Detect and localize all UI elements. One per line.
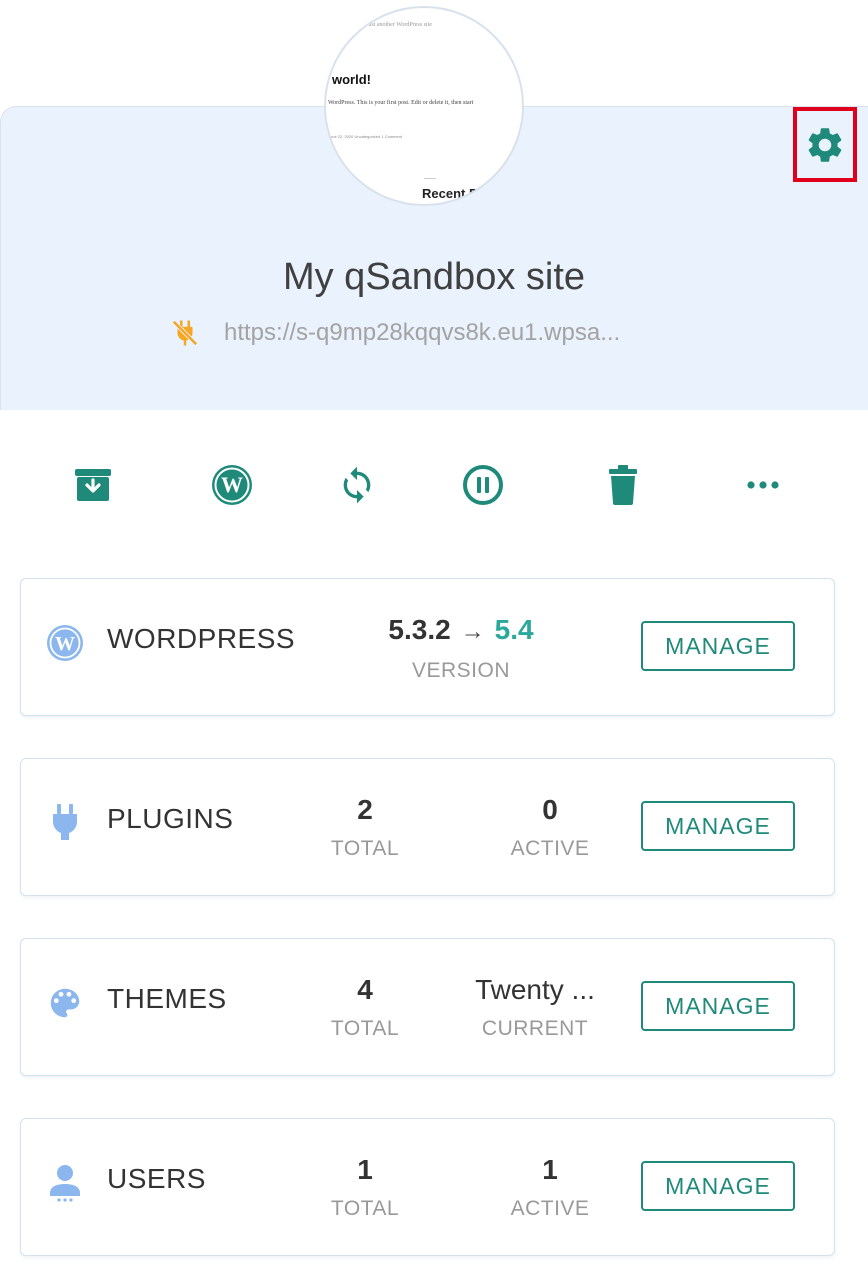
site-actions-toolbar: W — [0, 460, 868, 510]
preview-tagline: Just another WordPress site — [366, 22, 432, 28]
arrow-right-icon: → — [460, 618, 485, 645]
themes-card: THEMES 4 TOTAL Twenty ... CURRENT MANAGE — [20, 938, 835, 1076]
users-total-stat: 1 TOTAL — [315, 1153, 415, 1221]
wordpress-icon: W — [47, 625, 83, 661]
gear-icon — [808, 127, 842, 162]
themes-current: Twenty ... — [475, 974, 595, 1005]
plugins-card-label: PLUGINS — [107, 803, 234, 834]
archive-download-icon — [75, 469, 111, 501]
version-label: VERSION — [411, 659, 511, 682]
trash-icon — [609, 465, 637, 505]
plug-icon — [53, 804, 77, 840]
svg-text:W: W — [221, 472, 243, 497]
themes-total-label: TOTAL — [330, 1017, 400, 1040]
pause-icon — [463, 465, 503, 505]
users-card-icon-wrap — [45, 1163, 85, 1203]
svg-text:W: W — [55, 633, 75, 655]
new-version: 5.4 — [494, 614, 534, 645]
wordpress-manage-button[interactable]: MANAGE — [641, 621, 795, 671]
backup-button[interactable] — [68, 460, 118, 510]
pause-button[interactable] — [458, 460, 508, 510]
wordpress-card-icon-wrap: W — [45, 623, 85, 663]
users-active-label: ACTIVE — [510, 1197, 590, 1220]
user-icon — [50, 1165, 80, 1202]
themes-total-stat: 4 TOTAL — [315, 973, 415, 1041]
plugins-total-stat: 2 TOTAL — [315, 793, 415, 861]
users-manage-button[interactable]: MANAGE — [641, 1161, 795, 1211]
themes-total: 4 — [357, 974, 373, 1005]
plugins-total: 2 — [357, 794, 373, 825]
users-card: USERS 1 TOTAL 1 ACTIVE MANAGE — [20, 1118, 835, 1256]
users-active: 1 — [542, 1154, 558, 1185]
themes-current-stat: Twenty ... CURRENT — [435, 973, 635, 1041]
wordpress-card: W WORDPRESS 5.3.2 → 5.4 VERSION MANAGE — [20, 578, 835, 716]
themes-current-label: CURRENT — [481, 1017, 589, 1040]
plugins-active-stat: 0 ACTIVE — [490, 793, 610, 861]
themes-card-icon-wrap — [45, 983, 85, 1023]
plugins-total-label: TOTAL — [330, 837, 400, 860]
users-card-label: USERS — [107, 1163, 206, 1194]
more-icon — [747, 481, 779, 489]
users-total: 1 — [357, 1154, 373, 1185]
site-url-link[interactable]: https://s-q9mp28kqqvs8k.eu1.wpsa... — [224, 319, 620, 347]
preview-heading: world! — [332, 72, 371, 87]
themes-card-label: THEMES — [107, 983, 227, 1014]
more-options-button[interactable] — [738, 460, 788, 510]
preview-meta: June 22, 2020 Uncategorized 1 Comment — [328, 134, 403, 139]
site-preview-thumbnail[interactable]: Just another WordPress site world! WordP… — [324, 6, 524, 206]
wordpress-version-stat: 5.3.2 → 5.4 VERSION — [351, 613, 571, 683]
preview-recent: Recent P — [422, 186, 478, 201]
plugins-manage-button[interactable]: MANAGE — [641, 801, 795, 851]
plugins-active: 0 — [542, 794, 558, 825]
sync-button[interactable] — [332, 460, 382, 510]
users-total-label: TOTAL — [330, 1197, 400, 1220]
plugins-card-icon-wrap — [45, 803, 85, 843]
plugins-card: PLUGINS 2 TOTAL 0 ACTIVE MANAGE — [20, 758, 835, 896]
delete-button[interactable] — [598, 460, 648, 510]
sync-icon — [343, 466, 371, 504]
plugins-active-label: ACTIVE — [510, 837, 590, 860]
site-title: My qSandbox site — [282, 256, 586, 298]
wp-admin-button[interactable]: W — [207, 460, 257, 510]
preview-divider — [424, 178, 436, 179]
wordpress-card-label: WORDPRESS — [107, 623, 296, 654]
palette-icon — [50, 988, 80, 1018]
site-url-row: https://s-q9mp28kqqvs8k.eu1.wpsa... — [170, 316, 620, 350]
users-active-stat: 1 ACTIVE — [490, 1153, 610, 1221]
plug-warning-icon — [172, 320, 198, 346]
settings-button[interactable] — [793, 107, 857, 182]
preview-text: WordPress. This is your first post. Edit… — [328, 100, 474, 106]
current-version: 5.3.2 — [388, 614, 451, 645]
wordpress-icon: W — [212, 465, 252, 505]
themes-manage-button[interactable]: MANAGE — [641, 981, 795, 1031]
